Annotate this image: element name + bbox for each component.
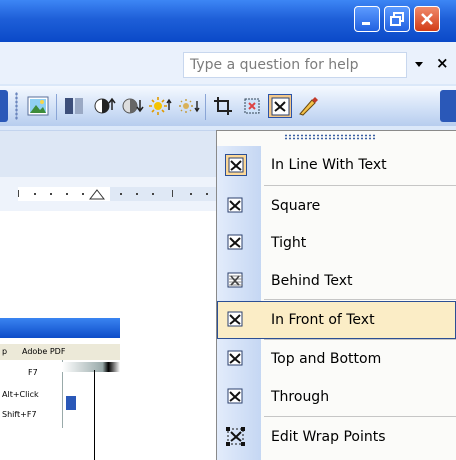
- restore-icon: [390, 12, 404, 26]
- ruler-tick: [18, 190, 19, 197]
- format-picture-icon[interactable]: [296, 94, 320, 118]
- menu-item-label: In Line With Text: [271, 157, 387, 173]
- wrap-top-bottom-icon: [227, 350, 243, 366]
- ruler-tick: [152, 193, 154, 195]
- toolbar-edge: [0, 90, 8, 122]
- edit-wrap-points-icon: [226, 427, 245, 446]
- menu-item-in-front-of-text[interactable]: In Front of Text: [217, 301, 456, 339]
- menu-item-label: Edit Wrap Points: [271, 429, 386, 445]
- embedded-f7: F7: [28, 368, 38, 377]
- indent-marker-icon[interactable]: [89, 189, 105, 201]
- ruler-tick: [50, 193, 52, 195]
- menu-item-label: Behind Text: [271, 273, 353, 289]
- help-search-input[interactable]: Type a question for help: [183, 52, 407, 78]
- menu-drag-handle[interactable]: [284, 134, 376, 140]
- menu-item-in-line-with-text[interactable]: In Line With Text: [217, 146, 456, 184]
- close-button[interactable]: [414, 6, 440, 32]
- embedded-title-bar: [0, 318, 120, 338]
- embedded-toolbar: [62, 362, 120, 372]
- ruler-tick: [82, 193, 84, 195]
- toolbar-options-button[interactable]: [440, 90, 456, 122]
- wrap-tight-icon: [227, 234, 243, 250]
- ruler-tick: [120, 193, 122, 195]
- menu-item-label: Through: [271, 389, 330, 405]
- embedded-altclick: Alt+Click: [2, 390, 39, 399]
- close-document-icon[interactable]: ×: [436, 54, 449, 72]
- menu-item-label: Top and Bottom: [271, 351, 382, 367]
- more-contrast-icon[interactable]: [92, 94, 116, 118]
- restore-button[interactable]: [384, 6, 410, 32]
- menu-item-square[interactable]: Square: [217, 187, 456, 225]
- embedded-menu-pdf: Adobe PDF: [22, 347, 66, 356]
- minimize-icon: [362, 22, 370, 25]
- ruler-tick: [172, 190, 173, 197]
- ruler-tick: [136, 193, 138, 195]
- embedded-line: [94, 370, 95, 460]
- wrap-inline-icon: [225, 154, 247, 176]
- menu-item-edit-wrap-points[interactable]: Edit Wrap Points: [217, 418, 456, 456]
- ruler-tick: [190, 193, 192, 195]
- rotate-icon[interactable]: [240, 94, 264, 118]
- minimize-button[interactable]: [354, 6, 380, 32]
- embedded-menu-p: p: [2, 347, 8, 356]
- menu-item-through[interactable]: Through: [217, 378, 456, 416]
- less-contrast-icon[interactable]: [120, 94, 144, 118]
- close-icon: [421, 13, 433, 25]
- wrap-square-icon: [227, 197, 243, 213]
- embedded-shiftf7: Shift+F7: [2, 410, 37, 419]
- embedded-icon: [66, 396, 76, 410]
- more-brightness-icon[interactable]: [148, 94, 172, 118]
- menu-separator: [264, 416, 456, 417]
- menu-separator: [264, 299, 456, 300]
- ruler-tick: [206, 193, 208, 195]
- menu-item-label: In Front of Text: [271, 312, 375, 328]
- text-wrapping-icon[interactable]: [268, 94, 292, 118]
- wrap-through-icon: [227, 388, 243, 404]
- ruler-margin: [110, 187, 228, 201]
- menu-item-behind-text[interactable]: Behind Text: [217, 262, 456, 300]
- menu-separator: [264, 185, 456, 186]
- insert-picture-icon[interactable]: [26, 94, 50, 118]
- color-icon[interactable]: [62, 94, 86, 118]
- less-brightness-icon[interactable]: [176, 94, 200, 118]
- wrap-behind-icon: [227, 272, 243, 288]
- embedded-menu-bar: p Adobe PDF: [0, 344, 120, 360]
- ruler-tick: [34, 193, 36, 195]
- menu-item-label: Tight: [271, 235, 307, 251]
- ruler-tick: [66, 193, 68, 195]
- chevron-down-icon[interactable]: [414, 58, 424, 70]
- toolbar-separator: [205, 94, 206, 120]
- menu-item-top-and-bottom[interactable]: Top and Bottom: [217, 340, 456, 378]
- wrap-front-icon: [227, 311, 243, 327]
- menu-item-tight[interactable]: Tight: [217, 224, 456, 262]
- crop-icon[interactable]: [211, 94, 235, 118]
- toolbar-grip[interactable]: [15, 92, 18, 120]
- menu-item-label: Square: [271, 198, 321, 214]
- toolbar-separator: [56, 94, 57, 120]
